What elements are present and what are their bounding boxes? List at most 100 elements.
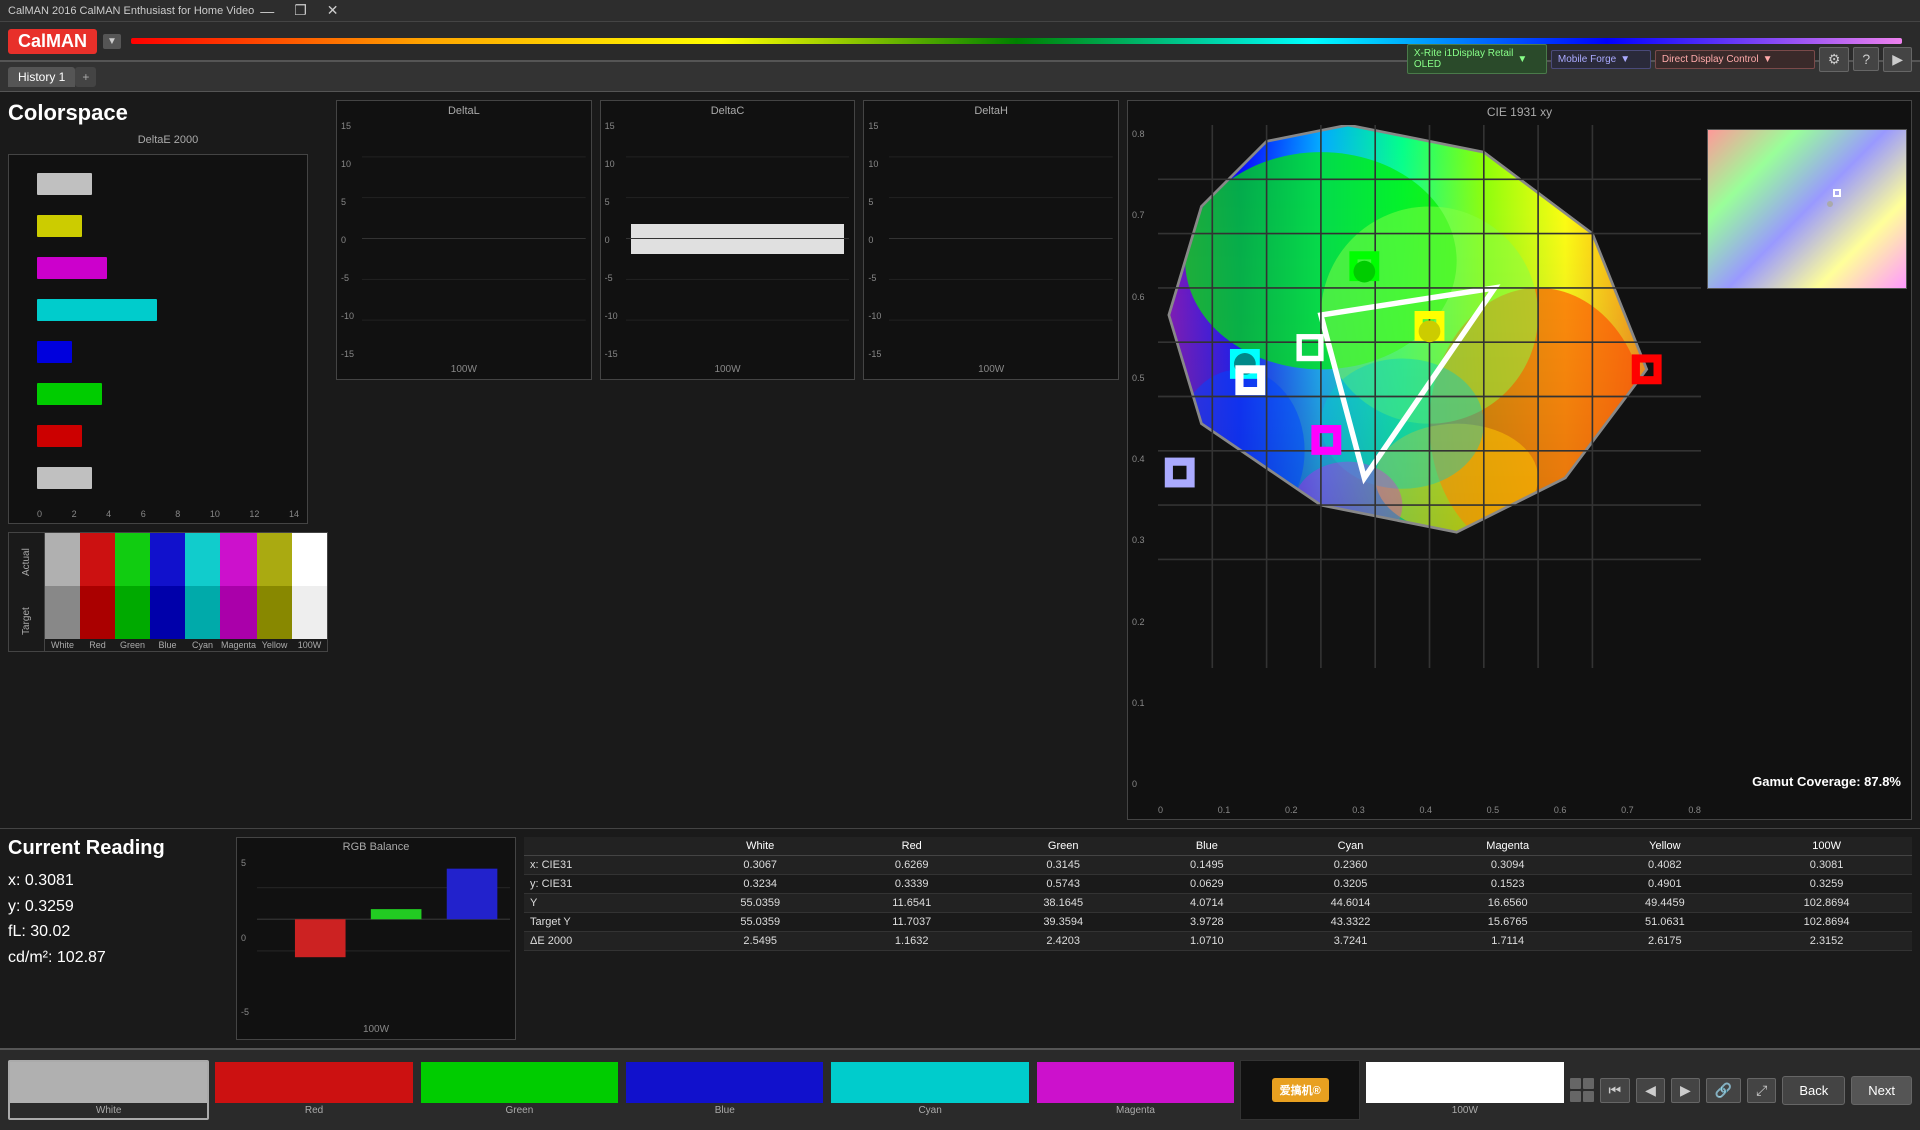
nav-swatch-cyan-color bbox=[831, 1062, 1028, 1103]
nav-swatch-white-color bbox=[10, 1062, 207, 1103]
link-button[interactable]: 🔗 bbox=[1706, 1078, 1741, 1103]
meter-dropdown-arrow: ▼ bbox=[1517, 54, 1527, 65]
nav-swatch-100w-color bbox=[1366, 1062, 1563, 1103]
settings-button[interactable]: ⚙ bbox=[1819, 47, 1850, 72]
cell-yellow-de: 2.6175 bbox=[1589, 932, 1742, 951]
deltae-label: DeltaE 2000 bbox=[8, 134, 328, 146]
cell-green-y: 0.5743 bbox=[987, 875, 1140, 894]
cell-blue-Y: 4.0714 bbox=[1140, 894, 1275, 913]
history-tab[interactable]: History 1 bbox=[8, 67, 75, 87]
meter-dropdown[interactable]: X-Rite i1Display RetailOLED ▼ bbox=[1407, 44, 1547, 74]
cell-magenta-y: 0.1523 bbox=[1427, 875, 1589, 894]
bar-row-cyan bbox=[37, 299, 299, 321]
deltaL-grid bbox=[362, 116, 586, 361]
topbar: CalMAN ▼ X-Rite i1Display RetailOLED ▼ M… bbox=[0, 22, 1920, 62]
row-label-y: y: CIE31 bbox=[524, 875, 684, 894]
grid-icon[interactable] bbox=[1570, 1078, 1594, 1102]
pattern-dropdown[interactable]: Mobile Forge ▼ bbox=[1551, 50, 1651, 69]
next-button[interactable]: ▶ bbox=[1671, 1078, 1700, 1103]
deltae-chart: 02468101214 bbox=[8, 154, 308, 524]
bar-row-blue bbox=[37, 341, 299, 363]
bar-row-white bbox=[37, 173, 299, 195]
window-controls: — ❐ ✕ bbox=[254, 2, 344, 19]
calman-logo: CalMAN bbox=[8, 29, 97, 54]
close-button[interactable]: ✕ bbox=[321, 2, 345, 19]
bar-blue bbox=[37, 341, 72, 363]
nav-swatch-blue[interactable]: Blue bbox=[624, 1060, 825, 1120]
cell-magenta-x: 0.3094 bbox=[1427, 856, 1589, 875]
display-control-label: Direct Display Control bbox=[1662, 54, 1759, 65]
cie-xaxis: 00.10.20.30.40.50.60.70.8 bbox=[1158, 805, 1701, 815]
cell-100w-de: 2.3152 bbox=[1741, 932, 1912, 951]
meter-label: X-Rite i1Display RetailOLED bbox=[1414, 48, 1513, 70]
thumb-point2 bbox=[1827, 201, 1833, 207]
table-row: ΔE 2000 2.5495 1.1632 2.4203 1.0710 3.72… bbox=[524, 932, 1912, 951]
maximize-button[interactable]: ❐ bbox=[288, 2, 313, 19]
cell-cyan-de: 3.7241 bbox=[1274, 932, 1427, 951]
deltaH-yaxis: 151050-5-10-15 bbox=[868, 121, 881, 359]
nav-swatch-white[interactable]: White bbox=[8, 1060, 209, 1120]
delta-charts-row: DeltaL 151050-5-10-15 100W bbox=[336, 100, 1119, 400]
cell-blue-de: 1.0710 bbox=[1140, 932, 1275, 951]
deltaL-xaxis: 100W bbox=[337, 364, 591, 375]
pattern-label: Mobile Forge bbox=[1558, 54, 1616, 65]
col-header-yellow: Yellow bbox=[1589, 837, 1742, 856]
nav-swatch-red[interactable]: Red bbox=[213, 1060, 414, 1120]
swatch-green: Green bbox=[115, 533, 150, 651]
deltae-xaxis: 02468101214 bbox=[37, 509, 299, 519]
cell-green-x: 0.3145 bbox=[987, 856, 1140, 875]
nav-swatch-red-label: Red bbox=[303, 1103, 325, 1118]
cell-100w-tY: 102.8694 bbox=[1741, 913, 1912, 932]
cell-green-Y: 38.1645 bbox=[987, 894, 1140, 913]
cell-white-x: 0.3067 bbox=[684, 856, 837, 875]
rgb-balance-title: RGB Balance bbox=[237, 838, 515, 856]
prev-prev-button[interactable]: ⏮ bbox=[1600, 1078, 1631, 1103]
cie-section: CIE 1931 xy bbox=[1127, 100, 1912, 820]
nav-logo-text: 爱搞机® bbox=[1272, 1078, 1329, 1102]
bar-100w bbox=[37, 467, 92, 489]
deltaL-chart: DeltaL 151050-5-10-15 100W bbox=[336, 100, 592, 380]
cell-yellow-Y: 49.4459 bbox=[1589, 894, 1742, 913]
nav-swatch-magenta[interactable]: Magenta bbox=[1035, 1060, 1236, 1120]
reading-x: x: 0.3081 bbox=[8, 868, 220, 894]
next-nav-button[interactable]: Next bbox=[1851, 1076, 1912, 1105]
pattern-dropdown-arrow: ▼ bbox=[1620, 54, 1630, 65]
deltaC-yaxis: 151050-5-10-15 bbox=[605, 121, 618, 359]
tab-add-button[interactable]: + bbox=[75, 67, 96, 87]
swatch-blue-label: Blue bbox=[150, 639, 185, 651]
reading-title: Current Reading bbox=[8, 837, 220, 860]
back-button[interactable]: Back bbox=[1782, 1076, 1845, 1105]
tab-label: History 1 bbox=[18, 70, 65, 84]
deltaL-yaxis: 151050-5-10-15 bbox=[341, 121, 354, 359]
nav-swatch-100w[interactable]: 100W bbox=[1364, 1060, 1565, 1120]
reading-cdm2: cd/m²: 102.87 bbox=[8, 945, 220, 971]
col-header-100w: 100W bbox=[1741, 837, 1912, 856]
cell-red-de: 1.1632 bbox=[837, 932, 987, 951]
nav-right-button[interactable]: ▶ bbox=[1883, 47, 1912, 72]
col-header-empty bbox=[524, 837, 684, 856]
swatch-blue: Blue bbox=[150, 533, 185, 651]
nav-swatch-cyan[interactable]: Cyan bbox=[829, 1060, 1030, 1120]
display-control-dropdown[interactable]: Direct Display Control ▼ bbox=[1655, 50, 1815, 69]
swatch-white-actual bbox=[45, 533, 80, 586]
cie-diagram bbox=[1158, 125, 1701, 668]
nav-swatch-green-color bbox=[421, 1062, 618, 1103]
swatch-100w-target bbox=[292, 586, 327, 639]
logo-dropdown[interactable]: ▼ bbox=[103, 34, 121, 49]
expand-button[interactable]: ⤢ bbox=[1747, 1078, 1776, 1103]
help-button[interactable]: ? bbox=[1853, 47, 1879, 71]
swatches: White Red Green bbox=[45, 533, 327, 651]
nav-swatch-magenta-label: Magenta bbox=[1114, 1103, 1157, 1118]
swatch-red: Red bbox=[80, 533, 115, 651]
cell-magenta-tY: 15.6765 bbox=[1427, 913, 1589, 932]
colorspace-section: Colorspace DeltaE 2000 bbox=[8, 100, 328, 820]
actual-label: Actual bbox=[9, 533, 44, 592]
minimize-button[interactable]: — bbox=[254, 2, 280, 19]
data-table: White Red Green Blue Cyan Magenta Yellow… bbox=[524, 837, 1912, 1040]
bottom-right-controls: ⏮ ◀ ▶ 🔗 ⤢ Back Next bbox=[1570, 1076, 1912, 1105]
nav-swatch-green[interactable]: Green bbox=[419, 1060, 620, 1120]
swatch-yellow-actual bbox=[257, 533, 292, 586]
prev-button[interactable]: ◀ bbox=[1636, 1078, 1665, 1103]
swatch-yellow-label: Yellow bbox=[257, 639, 292, 651]
table-row: Y 55.0359 11.6541 38.1645 4.0714 44.6014… bbox=[524, 894, 1912, 913]
